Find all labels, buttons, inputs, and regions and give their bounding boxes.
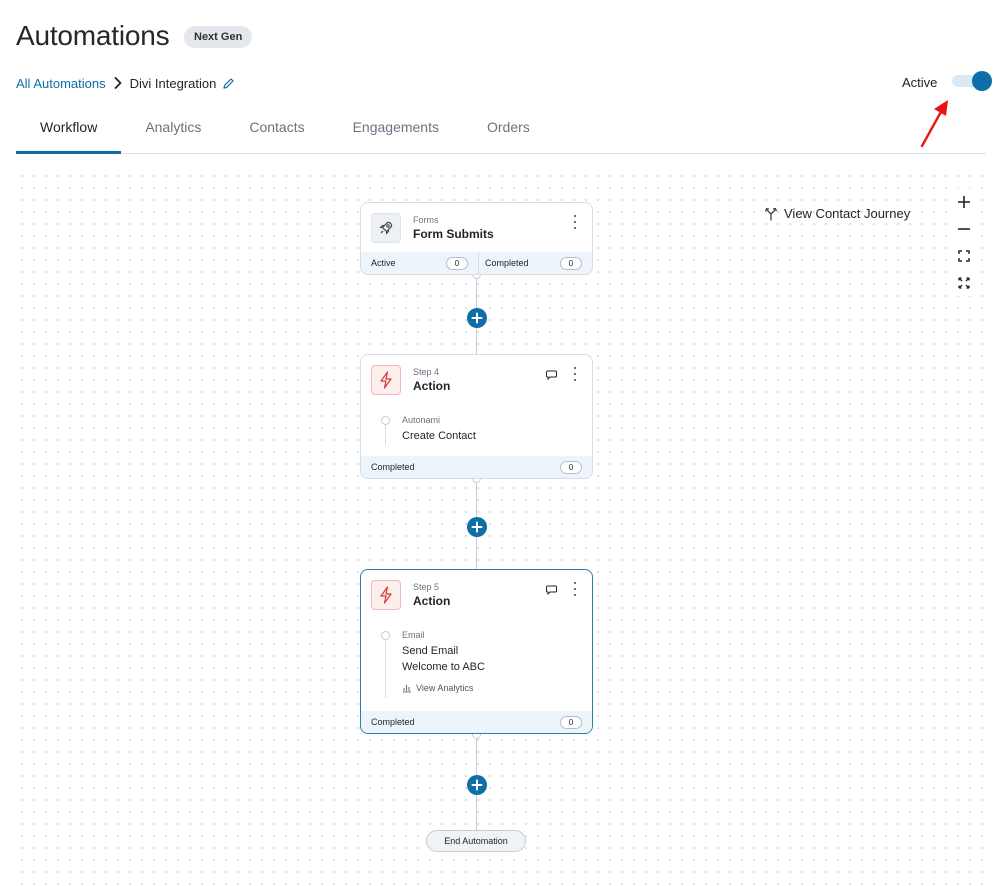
journey-branch-icon xyxy=(764,207,778,221)
comment-icon[interactable] xyxy=(546,582,557,600)
breadcrumb: All Automations Divi Integration xyxy=(16,74,235,92)
fit-view-button[interactable] xyxy=(950,242,978,269)
more-vertical-icon[interactable] xyxy=(571,215,579,229)
zoom-controls xyxy=(950,188,978,296)
node-subtitle: Forms xyxy=(413,215,439,225)
comment-icon[interactable] xyxy=(546,367,557,385)
add-step-button[interactable] xyxy=(467,517,487,537)
rocket-icon xyxy=(371,213,401,243)
breadcrumb-all-automations-link[interactable]: All Automations xyxy=(16,76,106,91)
workflow-canvas[interactable] xyxy=(16,170,986,886)
tab-contacts[interactable]: Contacts xyxy=(225,106,328,153)
action-node-step-5[interactable]: Step 5 Action Email Send Email Welcome t… xyxy=(360,569,593,734)
active-toggle[interactable] xyxy=(952,71,992,91)
view-analytics-label: View Analytics xyxy=(416,683,474,693)
step-action: Send Email xyxy=(402,645,459,657)
stat-count: 0 xyxy=(560,460,582,474)
step-action: Create Contact xyxy=(402,430,476,442)
timeline-dot xyxy=(381,416,390,425)
trigger-node-form-submits[interactable]: Forms Form Submits Active 0 Completed 0 xyxy=(360,202,593,275)
next-gen-badge: Next Gen xyxy=(184,26,253,48)
page-title: Automations xyxy=(16,20,170,51)
edit-pencil-icon[interactable] xyxy=(222,77,235,90)
node-subtitle: Step 4 xyxy=(413,367,440,377)
timeline-dot xyxy=(381,631,390,640)
add-step-button[interactable] xyxy=(467,775,487,795)
stat-completed: Completed 0 xyxy=(478,252,592,274)
node-title: Action xyxy=(413,379,451,393)
plus-icon xyxy=(471,312,483,324)
node-title: Action xyxy=(413,594,451,608)
stat-label: Completed xyxy=(371,717,415,727)
chevron-right-icon xyxy=(106,77,130,89)
zoom-in-button[interactable] xyxy=(950,188,978,215)
stat-active: Active 0 xyxy=(361,252,478,274)
plus-icon xyxy=(958,195,970,208)
step-timeline xyxy=(385,636,386,698)
stat-completed: Completed 0 xyxy=(361,456,592,478)
tab-engagements[interactable]: Engagements xyxy=(329,106,463,153)
tab-analytics[interactable]: Analytics xyxy=(121,106,225,153)
tab-orders[interactable]: Orders xyxy=(463,106,554,153)
node-subtitle: Step 5 xyxy=(413,582,440,592)
action-node-step-4[interactable]: Step 4 Action Autonami Create Contact Co… xyxy=(360,354,593,479)
tab-bar: Workflow Analytics Contacts Engagements … xyxy=(16,106,986,154)
view-contact-journey-button[interactable]: View Contact Journey xyxy=(764,206,910,221)
fullscreen-icon xyxy=(958,276,970,289)
status-label: Active xyxy=(902,75,938,90)
add-step-button[interactable] xyxy=(467,308,487,328)
stat-count: 0 xyxy=(560,715,582,729)
minus-icon xyxy=(958,227,970,230)
plus-icon xyxy=(471,521,483,533)
zoom-out-button[interactable] xyxy=(950,215,978,242)
view-analytics-link[interactable]: View Analytics xyxy=(402,683,473,693)
step-kind: Autonami xyxy=(402,415,441,425)
plus-icon xyxy=(471,779,483,791)
lightning-icon xyxy=(371,580,401,610)
view-contact-journey-label: View Contact Journey xyxy=(784,206,911,221)
stat-count: 0 xyxy=(560,256,582,270)
stat-label: Active xyxy=(371,258,396,268)
step-kind: Email xyxy=(402,630,425,640)
stat-count: 0 xyxy=(446,256,468,270)
more-vertical-icon[interactable] xyxy=(571,367,579,381)
bar-chart-icon xyxy=(403,685,411,693)
end-automation-pill: End Automation xyxy=(426,830,526,852)
node-stats-footer: Active 0 Completed 0 xyxy=(361,252,592,274)
node-stats-footer: Completed 0 xyxy=(361,456,592,478)
stat-label: Completed xyxy=(485,258,529,268)
step-detail: Welcome to ABC xyxy=(402,661,485,673)
stat-label: Completed xyxy=(371,462,415,472)
lightning-icon xyxy=(371,365,401,395)
breadcrumb-current: Divi Integration xyxy=(129,75,217,91)
stat-completed: Completed 0 xyxy=(361,711,592,733)
tab-workflow[interactable]: Workflow xyxy=(16,106,122,154)
node-stats-footer: Completed 0 xyxy=(361,711,592,733)
fit-view-icon xyxy=(958,249,970,262)
fullscreen-button[interactable] xyxy=(950,269,978,296)
more-vertical-icon[interactable] xyxy=(571,582,579,596)
toggle-knob xyxy=(972,71,992,91)
node-title: Form Submits xyxy=(413,227,494,241)
